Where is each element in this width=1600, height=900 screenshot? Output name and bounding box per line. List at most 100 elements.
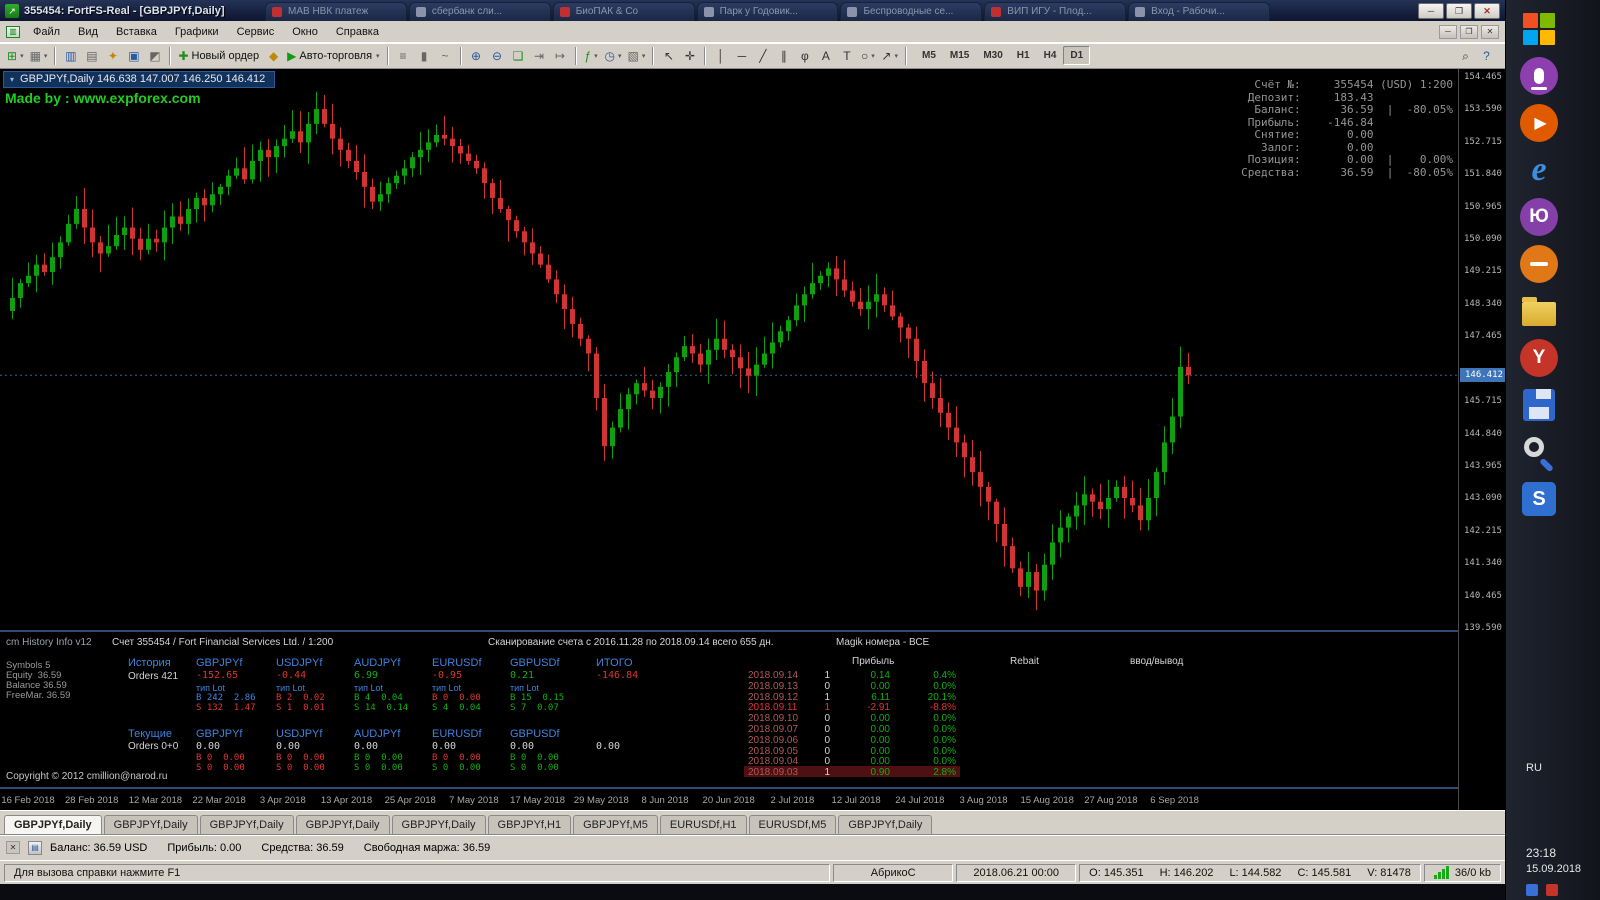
background-tab[interactable]: Беспроводные се... bbox=[840, 2, 983, 21]
title-bar[interactable]: ↗ 355454: FortFS-Real - [GBPJPYf,Daily] … bbox=[0, 0, 1505, 21]
arrows-button[interactable]: ↗ ▾ bbox=[878, 45, 901, 66]
taskbar-icon-file-manager[interactable] bbox=[1518, 290, 1560, 332]
strategy-tester-button[interactable]: ◩ bbox=[144, 45, 165, 66]
mdi-minimize-button[interactable]: ─ bbox=[1439, 24, 1457, 39]
taskbar-icon-yandex-music[interactable]: Ю bbox=[1518, 196, 1560, 238]
mdi-controls: ─ ❐ ✕ bbox=[1439, 24, 1505, 39]
tray-alert[interactable] bbox=[1546, 884, 1558, 896]
taskbar-icon-voice-recorder[interactable] bbox=[1518, 55, 1560, 97]
menu-insert[interactable]: Вставка bbox=[107, 22, 166, 42]
date-tick: 12 Jul 2018 bbox=[831, 795, 881, 806]
periods-button[interactable]: ◷ ▾ bbox=[602, 45, 625, 66]
taskbar-icon-yandex-disk[interactable] bbox=[1518, 243, 1560, 285]
chart-tab[interactable]: GBPJPYf,Daily bbox=[295, 815, 390, 834]
mdi-close-button[interactable]: ✕ bbox=[1481, 24, 1499, 39]
vline-button[interactable]: │ bbox=[710, 45, 731, 66]
taskbar-icon-media-player[interactable]: ▶ bbox=[1518, 102, 1560, 144]
timeframe-m15[interactable]: M15 bbox=[943, 46, 976, 65]
cursor-button[interactable]: ↖ bbox=[658, 45, 679, 66]
taskbar-icon-start[interactable] bbox=[1518, 8, 1560, 50]
metaeditor-button[interactable]: ◆ bbox=[263, 45, 284, 66]
zoom-out-button[interactable]: ⊖ bbox=[487, 45, 508, 66]
timeframe-m5[interactable]: M5 bbox=[915, 46, 943, 65]
price-tick: 150.090 bbox=[1464, 234, 1502, 245]
chart-tab[interactable]: GBPJPYf,M5 bbox=[573, 815, 658, 834]
background-tab[interactable]: Парк у Годовик... bbox=[696, 2, 839, 21]
chart-shift-button[interactable]: ↦ bbox=[550, 45, 571, 66]
auto-scroll-button[interactable]: ⇥ bbox=[529, 45, 550, 66]
candle-body bbox=[354, 160, 359, 173]
price-axis[interactable]: 154.465 153.590 152.715 151.840 150.965 150.0… bbox=[1458, 69, 1505, 810]
clock-time[interactable]: 23:18 bbox=[1526, 846, 1600, 860]
chart-candles-button[interactable]: ▮ bbox=[414, 45, 435, 66]
div-part bbox=[1522, 297, 1556, 326]
channel-button[interactable]: ∥ bbox=[773, 45, 794, 66]
menu-window[interactable]: Окно bbox=[283, 22, 327, 42]
new-chart-button[interactable]: ⊞ ▾ bbox=[4, 45, 27, 66]
background-tab[interactable]: МАВ НВК платеж bbox=[265, 2, 407, 21]
navigator-button[interactable]: ✦ bbox=[102, 45, 123, 66]
hline-button[interactable]: ─ bbox=[731, 45, 752, 66]
date-tick: 2 Jul 2018 bbox=[770, 795, 815, 806]
terminal-button[interactable]: ▣ bbox=[123, 45, 144, 66]
text-button[interactable]: A bbox=[815, 45, 836, 66]
menu-file[interactable]: Файл bbox=[24, 22, 69, 42]
minimize-button[interactable]: ─ bbox=[1418, 2, 1444, 19]
data-window-button[interactable]: ▤ bbox=[81, 45, 102, 66]
taskbar-icon-search-tool[interactable] bbox=[1518, 431, 1560, 473]
menu-help[interactable]: Справка bbox=[327, 22, 388, 42]
timeframe-d1[interactable]: D1 bbox=[1063, 46, 1091, 65]
chart-tab[interactable]: EURUSDf,M5 bbox=[748, 815, 837, 834]
templates-button[interactable]: ▧ ▾ bbox=[625, 45, 649, 66]
language-indicator[interactable]: RU bbox=[1526, 762, 1600, 774]
search-button[interactable]: ⌕ bbox=[1455, 45, 1476, 66]
background-tab[interactable]: сбербанк сли... bbox=[408, 2, 551, 21]
tile-windows-button[interactable]: ❏ bbox=[508, 45, 529, 66]
chart-tab[interactable]: GBPJPYf,H1 bbox=[487, 815, 572, 834]
menu-view[interactable]: Вид bbox=[69, 22, 107, 42]
crosshair-button[interactable]: ✛ bbox=[679, 45, 700, 66]
maximize-button[interactable]: ❐ bbox=[1446, 2, 1472, 19]
candle-body bbox=[66, 223, 71, 243]
fibo-button[interactable]: φ bbox=[794, 45, 815, 66]
close-button[interactable]: ✕ bbox=[1474, 2, 1500, 19]
chart-tab[interactable]: GBPJPYf,Daily bbox=[4, 815, 102, 834]
trendline-button[interactable]: ╱ bbox=[752, 45, 773, 66]
profiles-button[interactable]: ▦ ▾ bbox=[27, 45, 51, 66]
chart-tab[interactable]: GBPJPYf,Daily bbox=[103, 815, 198, 834]
zoom-in-button[interactable]: ⊕ bbox=[466, 45, 487, 66]
timeframe-h4[interactable]: H4 bbox=[1037, 46, 1064, 65]
label-button[interactable]: T bbox=[836, 45, 857, 66]
taskbar-icon-internet-explorer[interactable]: e bbox=[1518, 149, 1560, 191]
taskbar-icon-skype[interactable]: S bbox=[1518, 478, 1560, 520]
chart-tab[interactable]: GBPJPYf,Daily bbox=[838, 815, 933, 834]
status-high: H: 146.202 bbox=[1159, 866, 1214, 879]
daily-profit: 0.00 bbox=[870, 745, 890, 757]
mdi-restore-button[interactable]: ❐ bbox=[1460, 24, 1478, 39]
background-tab[interactable]: БиоПАК & Co bbox=[552, 2, 695, 21]
autotrade-button[interactable]: ▶ Авто-торговля ▾ bbox=[284, 45, 382, 66]
chart-line-button[interactable]: ~ bbox=[435, 45, 456, 66]
new-order-button[interactable]: ✚ Новый ордер bbox=[175, 45, 263, 66]
background-tab[interactable]: Вход - Рабочи... bbox=[1128, 2, 1270, 21]
indicators-button[interactable]: ƒ ▾ bbox=[581, 45, 602, 66]
clock-date[interactable]: 15.09.2018 bbox=[1526, 863, 1600, 875]
timeframe-h1[interactable]: H1 bbox=[1010, 46, 1037, 65]
market-watch-button[interactable]: ▥ bbox=[60, 45, 81, 66]
taskbar-icon-save-tool[interactable] bbox=[1518, 384, 1560, 426]
quick-help-button[interactable]: ? bbox=[1476, 45, 1497, 66]
date-axis[interactable]: 16 Feb 2018 28 Feb 2018 12 Mar 2018 22 Mar … bbox=[0, 787, 1458, 810]
menu-tools[interactable]: Сервис bbox=[228, 22, 284, 42]
chart-tab[interactable]: EURUSDf,H1 bbox=[659, 815, 747, 834]
chart-symbol-bar[interactable]: ▾ GBPJPYf,Daily 146.638 147.007 146.250 … bbox=[3, 71, 276, 88]
menu-charts[interactable]: Графики bbox=[166, 22, 228, 42]
background-tab[interactable]: ВИП ИГУ - Плод... bbox=[984, 2, 1127, 21]
taskbar-icon-yandex-browser[interactable]: Y bbox=[1518, 337, 1560, 379]
chart-tab[interactable]: GBPJPYf,Daily bbox=[391, 815, 486, 834]
shapes-button[interactable]: ○ ▾ bbox=[857, 45, 878, 66]
tray-display[interactable] bbox=[1526, 884, 1538, 896]
terminal-close-button[interactable]: ✕ bbox=[6, 841, 20, 854]
chart-bars-button[interactable]: ≡ bbox=[393, 45, 414, 66]
timeframe-m30[interactable]: M30 bbox=[976, 46, 1009, 65]
chart-tab[interactable]: GBPJPYf,Daily bbox=[199, 815, 294, 834]
